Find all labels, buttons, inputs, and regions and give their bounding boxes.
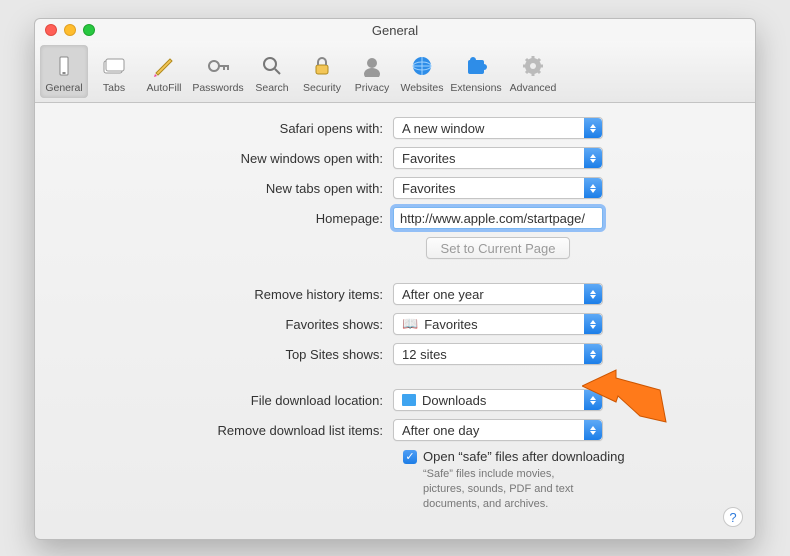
minimize-icon[interactable] xyxy=(64,24,76,36)
select-value: Downloads xyxy=(422,393,486,408)
select-value: Favorites xyxy=(424,317,477,332)
tab-autofill[interactable]: AutoFill xyxy=(140,45,188,98)
tab-search[interactable]: Search xyxy=(248,45,296,98)
safari-opens-with-label: Safari opens with: xyxy=(55,121,393,136)
titlebar: General xyxy=(35,19,755,41)
autofill-icon xyxy=(151,53,177,79)
select-value: A new window xyxy=(402,121,484,136)
book-icon: 📖 xyxy=(402,316,418,332)
general-icon xyxy=(51,53,77,79)
maximize-icon[interactable] xyxy=(83,24,95,36)
security-icon xyxy=(309,53,335,79)
chevron-updown-icon xyxy=(584,178,602,198)
chevron-updown-icon xyxy=(584,148,602,168)
websites-icon xyxy=(409,53,435,79)
homepage-label: Homepage: xyxy=(55,211,393,226)
folder-icon xyxy=(402,394,416,406)
close-icon[interactable] xyxy=(45,24,57,36)
passwords-icon xyxy=(205,53,231,79)
download-location-select[interactable]: Downloads xyxy=(393,389,603,411)
tab-privacy[interactable]: Privacy xyxy=(348,45,396,98)
open-safe-help-text: “Safe” files include movies, pictures, s… xyxy=(55,467,735,512)
remove-download-select[interactable]: After one day xyxy=(393,419,603,441)
new-windows-label: New windows open with: xyxy=(55,151,393,166)
window-title: General xyxy=(372,23,418,38)
tab-label: Privacy xyxy=(355,82,389,94)
tabs-icon xyxy=(101,53,127,79)
tab-label: AutoFill xyxy=(146,82,181,94)
open-safe-checkbox[interactable] xyxy=(403,450,417,464)
chevron-updown-icon xyxy=(584,390,602,410)
tab-passwords[interactable]: Passwords xyxy=(190,45,246,98)
content-area: Safari opens with: A new window New wind… xyxy=(35,103,755,522)
new-windows-select[interactable]: Favorites xyxy=(393,147,603,169)
remove-history-select[interactable]: After one year xyxy=(393,283,603,305)
safari-opens-with-select[interactable]: A new window xyxy=(393,117,603,139)
top-sites-label: Top Sites shows: xyxy=(55,347,393,362)
open-safe-label[interactable]: Open “safe” files after downloading xyxy=(423,449,625,464)
remove-history-label: Remove history items: xyxy=(55,287,393,302)
tab-websites[interactable]: Websites xyxy=(398,45,446,98)
chevron-updown-icon xyxy=(584,420,602,440)
toolbar: General Tabs AutoFill Passwords Search xyxy=(35,41,755,103)
tab-label: Websites xyxy=(401,82,444,94)
select-value: 12 sites xyxy=(402,347,447,362)
set-current-page-button[interactable]: Set to Current Page xyxy=(426,237,571,259)
favorites-shows-select[interactable]: 📖 Favorites xyxy=(393,313,603,335)
homepage-field[interactable] xyxy=(393,207,603,229)
top-sites-select[interactable]: 12 sites xyxy=(393,343,603,365)
advanced-icon xyxy=(520,53,546,79)
extensions-icon xyxy=(463,53,489,79)
preferences-window: General General Tabs AutoFill Passwords xyxy=(34,18,756,540)
chevron-updown-icon xyxy=(584,344,602,364)
remove-download-label: Remove download list items: xyxy=(55,423,393,438)
tab-advanced[interactable]: Advanced xyxy=(506,45,560,98)
help-icon: ? xyxy=(729,510,736,525)
select-value: After one day xyxy=(402,423,479,438)
new-tabs-label: New tabs open with: xyxy=(55,181,393,196)
select-value: After one year xyxy=(402,287,484,302)
new-tabs-select[interactable]: Favorites xyxy=(393,177,603,199)
tab-label: Passwords xyxy=(192,82,243,94)
chevron-updown-icon xyxy=(584,314,602,334)
tab-extensions[interactable]: Extensions xyxy=(448,45,504,98)
search-icon xyxy=(259,53,285,79)
tab-tabs[interactable]: Tabs xyxy=(90,45,138,98)
tab-security[interactable]: Security xyxy=(298,45,346,98)
chevron-updown-icon xyxy=(584,118,602,138)
window-controls xyxy=(45,24,95,36)
select-value: Favorites xyxy=(402,181,455,196)
download-location-label: File download location: xyxy=(55,393,393,408)
tab-label: Search xyxy=(255,82,288,94)
tab-label: General xyxy=(45,82,82,94)
tab-label: Extensions xyxy=(450,82,501,94)
tab-label: Tabs xyxy=(103,82,125,94)
tab-label: Advanced xyxy=(510,82,557,94)
privacy-icon xyxy=(359,53,385,79)
tab-general[interactable]: General xyxy=(40,45,88,98)
chevron-updown-icon xyxy=(584,284,602,304)
favorites-shows-label: Favorites shows: xyxy=(55,317,393,332)
tab-label: Security xyxy=(303,82,341,94)
select-value: Favorites xyxy=(402,151,455,166)
help-button[interactable]: ? xyxy=(723,507,743,527)
